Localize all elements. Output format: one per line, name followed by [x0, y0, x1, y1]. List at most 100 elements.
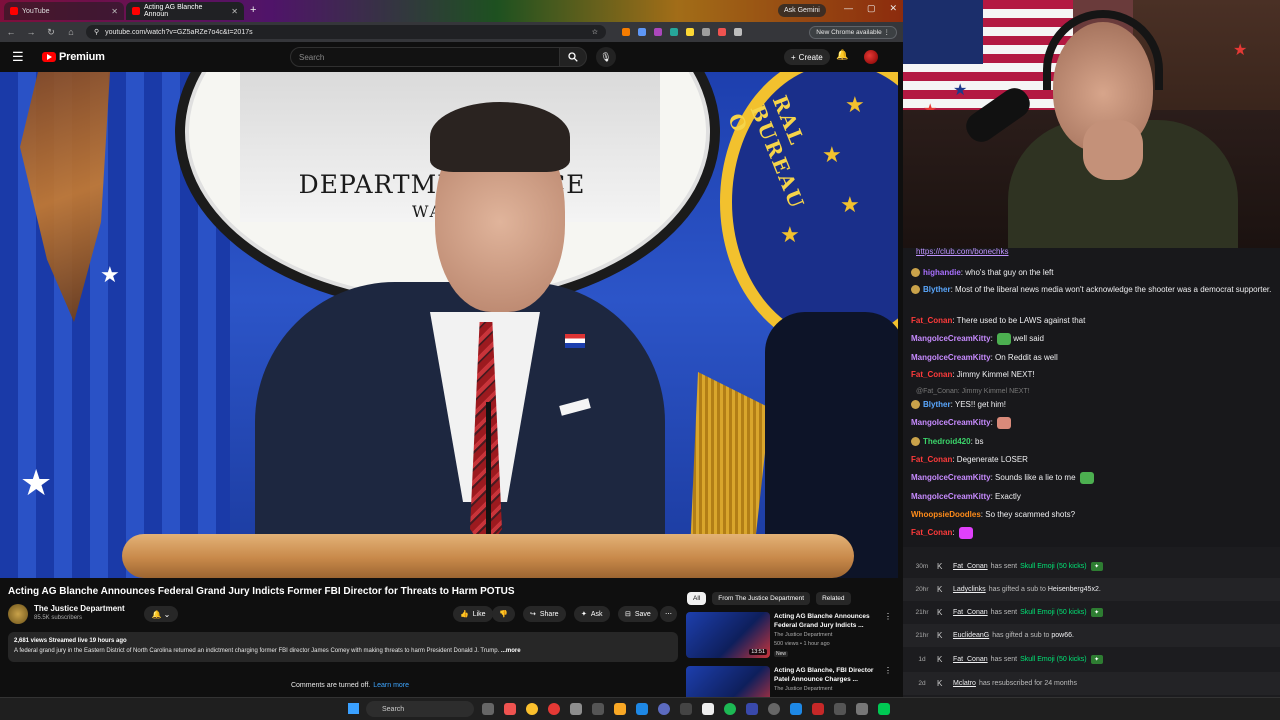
like-button[interactable]: 👍 Like: [453, 606, 493, 622]
related-video-channel[interactable]: The Justice Department: [774, 632, 832, 638]
new-chrome-available-button[interactable]: New Chrome available ⋮: [809, 25, 897, 39]
app-icon[interactable]: [570, 703, 582, 715]
notifications-bell-icon[interactable]: 🔔: [836, 50, 848, 61]
kick-app-icon[interactable]: [878, 703, 890, 715]
related-video-channel[interactable]: The Justice Department: [774, 686, 832, 692]
create-button[interactable]: + Create: [784, 49, 830, 65]
chat-username[interactable]: MangoIceCreamKitty: [911, 334, 991, 343]
app-icon[interactable]: [768, 703, 780, 715]
learn-more-link[interactable]: Learn more: [373, 682, 409, 689]
search-input[interactable]: Search: [290, 47, 560, 67]
tab-video[interactable]: Acting AG Blanche Announ ✕: [126, 2, 244, 20]
close-tab-icon[interactable]: ✕: [231, 7, 238, 16]
chat-username[interactable]: Blyther: [923, 285, 951, 294]
chrome-icon[interactable]: [526, 703, 538, 715]
chip-all[interactable]: All: [687, 592, 707, 605]
forward-icon[interactable]: →: [26, 27, 36, 37]
app-icon[interactable]: [504, 703, 516, 715]
reload-icon[interactable]: ↻: [46, 27, 56, 38]
related-video[interactable]: 13:51 Acting AG Blanche Announces Federa…: [686, 612, 896, 662]
chat-username[interactable]: MangoIceCreamKitty: [911, 492, 991, 501]
taskbar-search-input[interactable]: Search: [366, 701, 474, 717]
more-actions-button[interactable]: ⋯: [660, 606, 677, 622]
app-icon[interactable]: [702, 703, 714, 715]
chat-username[interactable]: MangoIceCreamKitty: [911, 418, 991, 427]
chat-username[interactable]: highandie: [923, 268, 961, 277]
new-tab-icon[interactable]: +: [250, 4, 256, 16]
chat-username[interactable]: Thedroid420: [923, 437, 971, 446]
ask-button[interactable]: ✦ Ask: [574, 606, 610, 622]
app-icon[interactable]: [834, 703, 846, 715]
app-icon[interactable]: [636, 703, 648, 715]
video-thumbnail[interactable]: [686, 666, 770, 697]
voice-search-button[interactable]: 🎙: [596, 47, 616, 67]
chat-username[interactable]: Fat_Conan: [911, 528, 952, 537]
close-window-icon[interactable]: ✕: [889, 3, 897, 14]
app-icon[interactable]: [680, 703, 692, 715]
app-icon[interactable]: [812, 703, 824, 715]
description-more-link[interactable]: ...more: [501, 648, 521, 654]
extension-icon[interactable]: [638, 28, 646, 36]
home-icon[interactable]: ⌂: [66, 27, 76, 37]
url-input[interactable]: ⚲ youtube.com/watch?v=GZ5aRZe7o4c&t=2017…: [86, 25, 606, 39]
channel-avatar[interactable]: [8, 604, 28, 624]
related-video-title[interactable]: Acting AG Blanche, FBI Director Patel An…: [774, 666, 884, 684]
event-user[interactable]: Ladyclinks: [953, 586, 986, 593]
youtube-logo[interactable]: Premium: [42, 51, 105, 63]
channel-name[interactable]: The Justice Department: [34, 604, 125, 613]
search-button[interactable]: [559, 47, 587, 67]
share-button[interactable]: ↪ Share: [523, 606, 566, 622]
related-video-title[interactable]: Acting AG Blanche Announces Federal Gran…: [774, 612, 884, 630]
dislike-button[interactable]: 👎: [492, 606, 515, 622]
extension-icon[interactable]: [686, 28, 694, 36]
chip-from-channel[interactable]: From The Justice Department: [712, 592, 811, 605]
video-thumbnail[interactable]: 13:51: [686, 612, 770, 658]
related-video[interactable]: Acting AG Blanche, FBI Director Patel An…: [686, 666, 896, 697]
bookmark-star-icon[interactable]: ☆: [592, 28, 598, 36]
tab-youtube[interactable]: YouTube ✕: [4, 2, 124, 20]
maximize-icon[interactable]: ▢: [867, 3, 876, 14]
account-avatar[interactable]: [864, 50, 878, 64]
chat-username[interactable]: Blyther: [923, 400, 951, 409]
extension-icon[interactable]: [622, 28, 630, 36]
more-vertical-icon[interactable]: ⋮: [884, 612, 892, 621]
spotify-icon[interactable]: [724, 703, 736, 715]
chat-username[interactable]: MangoIceCreamKitty: [911, 353, 991, 362]
extension-icon[interactable]: [718, 28, 726, 36]
more-vertical-icon[interactable]: ⋮: [884, 666, 892, 675]
event-user[interactable]: Fat_Conan: [953, 609, 988, 616]
menu-icon[interactable]: ☰: [12, 49, 28, 65]
event-user[interactable]: EuclideanG: [953, 632, 989, 639]
event-user[interactable]: Fat_Conan: [953, 563, 988, 570]
extension-icon[interactable]: [670, 28, 678, 36]
extension-icon[interactable]: [734, 28, 742, 36]
description-box[interactable]: 2,681 views Streamed live 19 hours ago A…: [8, 632, 678, 662]
back-icon[interactable]: ←: [6, 27, 16, 37]
save-button[interactable]: ⊟ Save: [618, 606, 658, 622]
file-explorer-icon[interactable]: [614, 703, 626, 715]
chat-username[interactable]: WhoopsieDoodles: [911, 510, 981, 519]
ask-gemini-button[interactable]: Ask Gemini: [778, 4, 826, 17]
chat-link[interactable]: https://club.com/bonechks: [916, 248, 1009, 256]
app-icon[interactable]: [790, 703, 802, 715]
app-icon[interactable]: [856, 703, 868, 715]
close-tab-icon[interactable]: ✕: [111, 7, 118, 16]
event-user[interactable]: Fat_Conan: [953, 656, 988, 663]
video-player[interactable]: ★ ★ DEPARTMEN JSTICE WASH RAL BUREAU O ★…: [0, 72, 898, 578]
minimize-icon[interactable]: —: [844, 3, 853, 14]
chat-username[interactable]: MangoIceCreamKitty: [911, 473, 991, 482]
extension-icon[interactable]: [702, 28, 710, 36]
chip-related[interactable]: Related: [816, 592, 851, 605]
chat-username[interactable]: Fat_Conan: [911, 370, 952, 379]
site-info-icon[interactable]: ⚲: [94, 28, 99, 36]
app-icon[interactable]: [746, 703, 758, 715]
chat-username[interactable]: Fat_Conan: [911, 455, 952, 464]
chat-username[interactable]: Fat_Conan: [911, 316, 952, 325]
app-icon[interactable]: [548, 703, 560, 715]
event-user[interactable]: Mclatro: [953, 680, 976, 687]
task-view-icon[interactable]: [482, 703, 494, 715]
windows-start-icon[interactable]: [348, 703, 359, 714]
app-icon[interactable]: [658, 703, 670, 715]
extension-icon[interactable]: [654, 28, 662, 36]
app-icon[interactable]: [592, 703, 604, 715]
